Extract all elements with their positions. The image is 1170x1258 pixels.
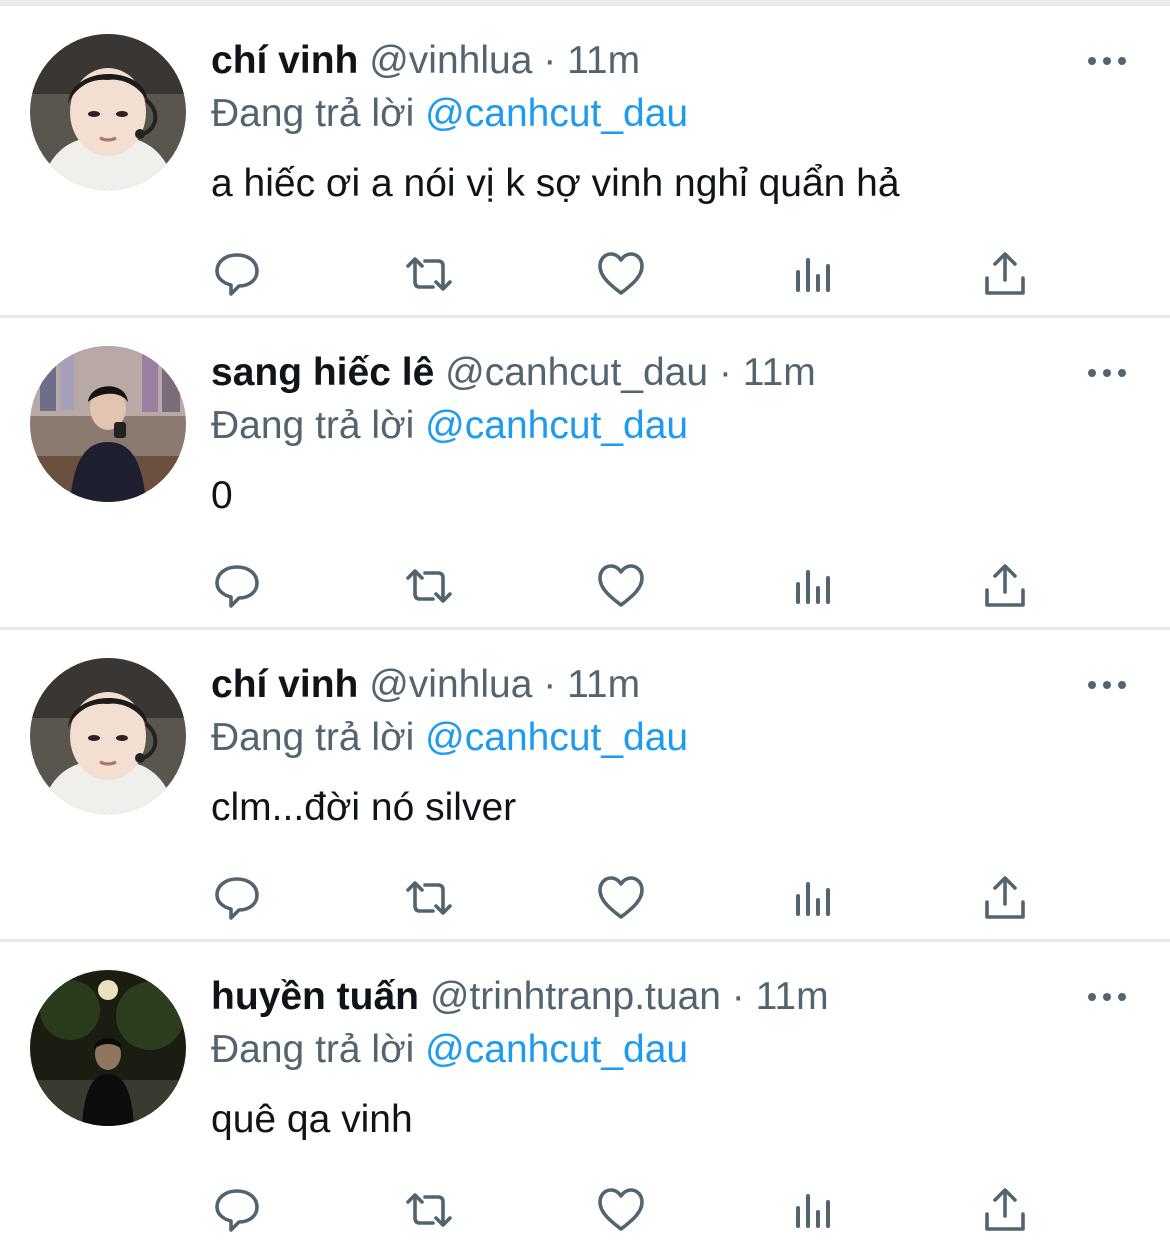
more-icon[interactable] bbox=[1082, 46, 1132, 76]
tweet-header: sang hiếc lê @canhcut_dau · 11m bbox=[211, 351, 816, 395]
avatar[interactable] bbox=[30, 34, 186, 190]
retweet-icon[interactable] bbox=[401, 246, 457, 302]
tweet-text: a hiếc ơi a nói vị k sợ vinh nghỉ quẩn h… bbox=[211, 162, 900, 205]
separator-dot: · bbox=[718, 351, 732, 394]
replying-to: Đang trả lời @canhcut_dau bbox=[211, 716, 688, 760]
replying-to: Đang trả lời @canhcut_dau bbox=[211, 1028, 688, 1072]
reply-icon[interactable] bbox=[209, 1182, 265, 1238]
tweet-text: 0 bbox=[211, 474, 233, 517]
more-icon[interactable] bbox=[1082, 358, 1132, 388]
display-name[interactable]: sang hiếc lê bbox=[211, 351, 434, 394]
mention-link[interactable]: @canhcut_dau bbox=[425, 92, 688, 135]
reply-icon[interactable] bbox=[209, 558, 265, 614]
tweet[interactable]: chí vinh @vinhlua · 11m Đang trả lời @ca… bbox=[0, 630, 1170, 942]
tweet-header: huyền tuấn @trinhtranp.tuan · 11m bbox=[211, 975, 829, 1019]
tweet[interactable]: huyền tuấn @trinhtranp.tuan · 11m Đang t… bbox=[0, 942, 1170, 1258]
analytics-icon[interactable] bbox=[785, 870, 841, 926]
mention-link[interactable]: @canhcut_dau bbox=[425, 404, 688, 447]
display-name[interactable]: huyền tuấn bbox=[211, 975, 419, 1018]
display-name[interactable]: chí vinh bbox=[211, 663, 358, 706]
more-icon[interactable] bbox=[1082, 670, 1132, 700]
separator-dot: · bbox=[543, 39, 557, 82]
replying-to: Đang trả lời @canhcut_dau bbox=[211, 404, 688, 448]
tweet[interactable]: sang hiếc lê @canhcut_dau · 11m Đang trả… bbox=[0, 318, 1170, 630]
action-bar bbox=[0, 870, 1170, 930]
retweet-icon[interactable] bbox=[401, 1182, 457, 1238]
analytics-icon[interactable] bbox=[785, 246, 841, 302]
user-handle[interactable]: @trinhtranp.tuan bbox=[430, 975, 721, 1018]
tweet[interactable]: chí vinh @vinhlua · 11m Đang trả lời @ca… bbox=[0, 6, 1170, 318]
display-name[interactable]: chí vinh bbox=[211, 39, 358, 82]
user-handle[interactable]: @vinhlua bbox=[369, 663, 532, 706]
separator-dot: · bbox=[543, 663, 557, 706]
share-icon[interactable] bbox=[977, 870, 1033, 926]
tweet-header: chí vinh @vinhlua · 11m bbox=[211, 663, 640, 707]
reply-icon[interactable] bbox=[209, 870, 265, 926]
retweet-icon[interactable] bbox=[401, 558, 457, 614]
retweet-icon[interactable] bbox=[401, 870, 457, 926]
share-icon[interactable] bbox=[977, 558, 1033, 614]
action-bar bbox=[0, 1182, 1170, 1242]
mention-link[interactable]: @canhcut_dau bbox=[425, 716, 688, 759]
share-icon[interactable] bbox=[977, 1182, 1033, 1238]
more-icon[interactable] bbox=[1082, 982, 1132, 1012]
reply-feed: chí vinh @vinhlua · 11m Đang trả lời @ca… bbox=[0, 6, 1170, 1258]
like-icon[interactable] bbox=[593, 246, 649, 302]
timestamp[interactable]: 11m bbox=[743, 351, 816, 394]
tweet-text: clm...đời nó silver bbox=[211, 786, 517, 829]
timestamp[interactable]: 11m bbox=[567, 39, 640, 82]
tweet-text: quê qa vinh bbox=[211, 1098, 413, 1141]
user-handle[interactable]: @vinhlua bbox=[369, 39, 532, 82]
timestamp[interactable]: 11m bbox=[756, 975, 829, 1018]
separator-dot: · bbox=[731, 975, 745, 1018]
action-bar bbox=[0, 246, 1170, 306]
analytics-icon[interactable] bbox=[785, 558, 841, 614]
like-icon[interactable] bbox=[593, 1182, 649, 1238]
tweet-header: chí vinh @vinhlua · 11m bbox=[211, 39, 640, 83]
replying-to-label: Đang trả lời bbox=[211, 716, 415, 759]
like-icon[interactable] bbox=[593, 870, 649, 926]
analytics-icon[interactable] bbox=[785, 1182, 841, 1238]
replying-to-label: Đang trả lời bbox=[211, 1028, 415, 1071]
like-icon[interactable] bbox=[593, 558, 649, 614]
replying-to-label: Đang trả lời bbox=[211, 404, 415, 447]
timestamp[interactable]: 11m bbox=[567, 663, 640, 706]
reply-icon[interactable] bbox=[209, 246, 265, 302]
mention-link[interactable]: @canhcut_dau bbox=[425, 1028, 688, 1071]
share-icon[interactable] bbox=[977, 246, 1033, 302]
user-handle[interactable]: @canhcut_dau bbox=[445, 351, 708, 394]
avatar[interactable] bbox=[30, 970, 186, 1126]
avatar[interactable] bbox=[30, 658, 186, 814]
avatar[interactable] bbox=[30, 346, 186, 502]
action-bar bbox=[0, 558, 1170, 618]
replying-to-label: Đang trả lời bbox=[211, 92, 415, 135]
replying-to: Đang trả lời @canhcut_dau bbox=[211, 92, 688, 136]
